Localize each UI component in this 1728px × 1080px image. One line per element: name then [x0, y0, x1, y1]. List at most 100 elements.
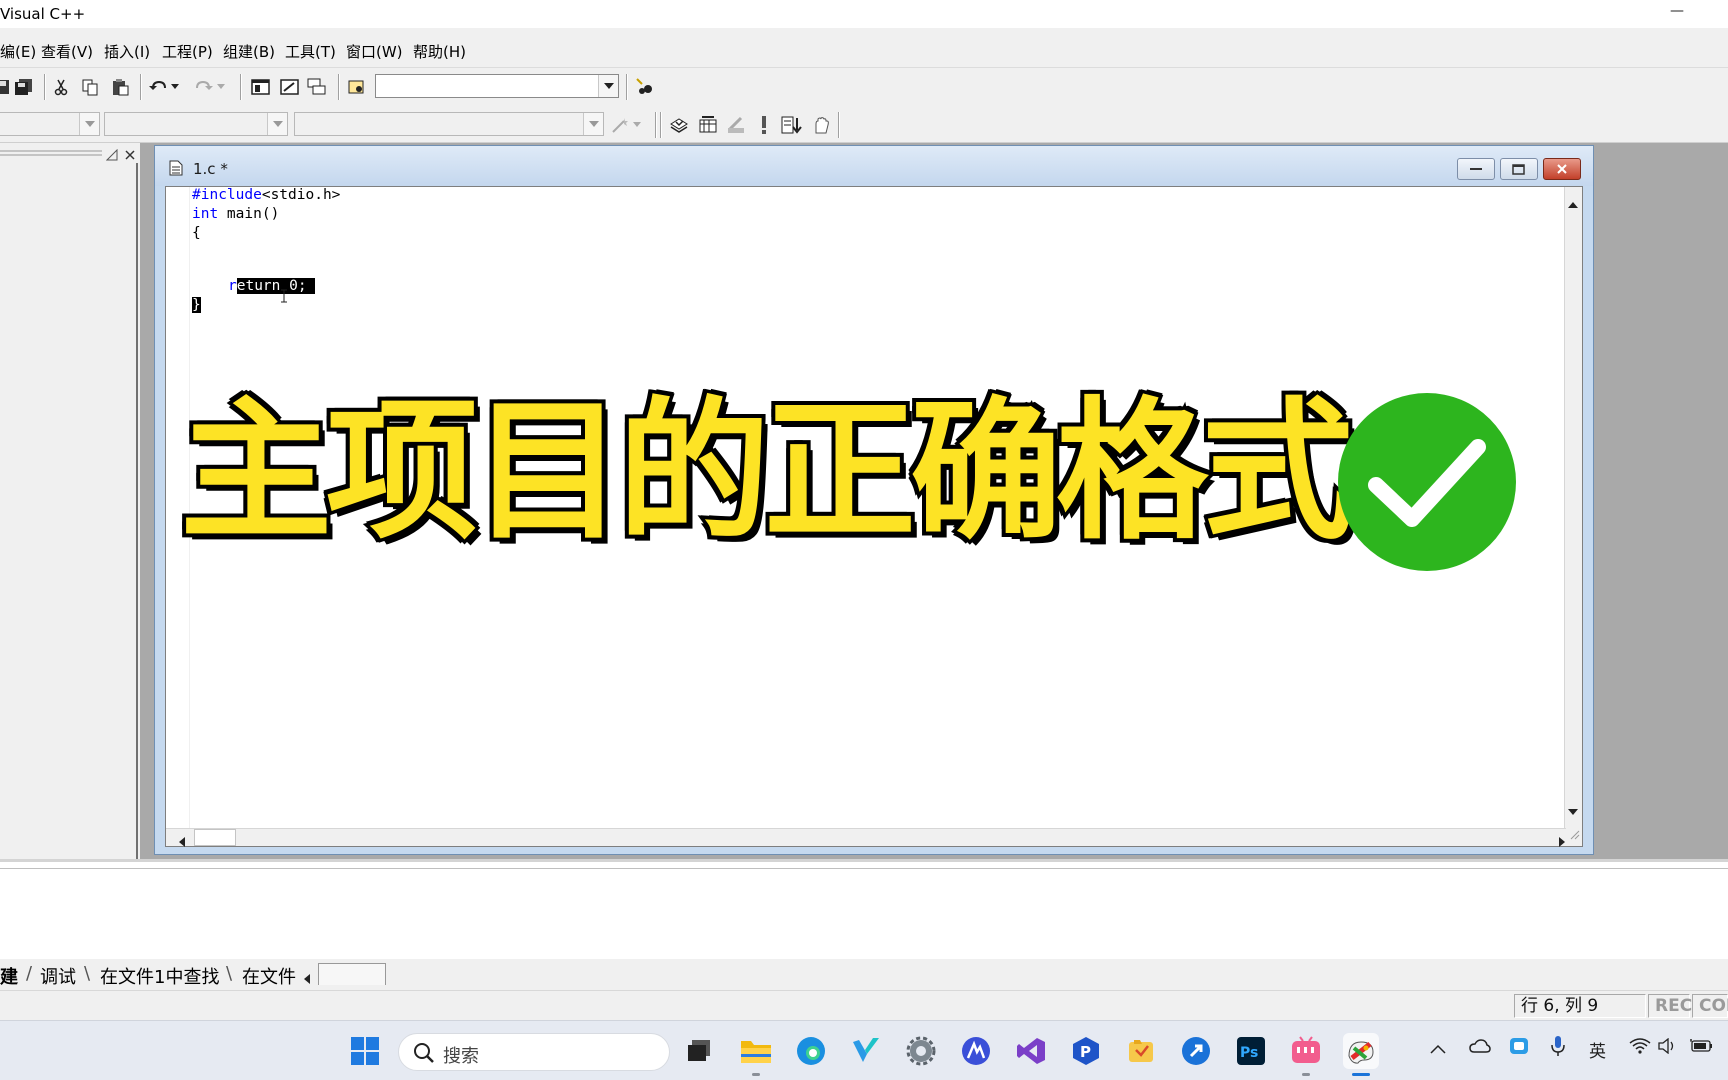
go-debug-icon[interactable] [780, 113, 804, 137]
panel-resize-icon[interactable] [105, 147, 118, 165]
menu-help[interactable]: 帮助(H) [413, 41, 466, 62]
build-icon[interactable] [696, 113, 720, 137]
insert-breakpoint-icon[interactable] [809, 113, 833, 137]
save-all-icon[interactable] [12, 75, 36, 99]
menu-window[interactable]: 窗口(W) [346, 41, 403, 62]
svg-text:P: P [1080, 1043, 1091, 1061]
cursor-position: 行 6, 列 9 [1514, 994, 1646, 1018]
find-in-files-icon[interactable] [345, 75, 369, 99]
doc-close-button[interactable] [1543, 158, 1581, 180]
app-v-icon[interactable] [848, 1033, 884, 1069]
editor-caption[interactable]: 1.c * [155, 146, 1593, 186]
panel-close-icon[interactable] [124, 147, 136, 165]
stop-build-icon[interactable] [724, 113, 748, 137]
find-icon[interactable] [633, 75, 657, 99]
tab-scrollbar[interactable] [318, 963, 386, 985]
app-folder-icon[interactable] [1123, 1033, 1159, 1069]
edge-icon[interactable] [793, 1033, 829, 1069]
members-combo[interactable] [294, 112, 604, 136]
doc-restore-button[interactable] [1500, 158, 1538, 180]
menu-view[interactable]: 查看(V) [41, 41, 93, 62]
toolbar-separator [838, 112, 840, 138]
settings-icon[interactable] [903, 1033, 939, 1069]
battery-icon[interactable] [1689, 1038, 1713, 1059]
chevron-up-icon[interactable] [1430, 1039, 1446, 1059]
menu-edit[interactable]: 编(E) [0, 41, 36, 62]
scroll-down-icon[interactable] [1568, 802, 1578, 820]
size-grip-icon[interactable] [1568, 826, 1580, 844]
execute-icon[interactable] [752, 113, 776, 137]
undo-dropdown-icon[interactable] [168, 75, 182, 99]
filter-combo[interactable] [104, 112, 288, 136]
running-indicator [752, 1073, 760, 1076]
redo-dropdown-icon[interactable] [214, 75, 228, 99]
horizontal-scrollbar[interactable] [166, 828, 1566, 847]
file-explorer-icon[interactable] [738, 1033, 774, 1069]
output-window-icon[interactable] [278, 75, 302, 99]
windows-start-icon[interactable] [347, 1033, 383, 1069]
code-line-3: { [192, 225, 201, 241]
wifi-icon[interactable] [1629, 1038, 1651, 1059]
search-placeholder: 搜索 [443, 1046, 479, 1067]
workspace-icon[interactable] [249, 75, 273, 99]
status-bar: 行 6, 列 9 REC COL [0, 990, 1728, 1020]
app-p-icon[interactable]: P [1068, 1033, 1104, 1069]
taskbar-search[interactable]: 搜索 [398, 1033, 670, 1071]
workspace-tree[interactable] [0, 163, 138, 971]
workspace-class-combo[interactable] [0, 112, 100, 136]
scroll-up-icon[interactable] [1568, 195, 1578, 213]
minimize-button[interactable]: — [1660, 0, 1694, 28]
output-panel[interactable] [0, 859, 1728, 959]
vertical-scrollbar[interactable] [1564, 187, 1582, 846]
app-arrow-icon[interactable] [1178, 1033, 1214, 1069]
redo-icon[interactable] [192, 75, 216, 99]
bilibili-icon[interactable] [1288, 1033, 1324, 1069]
tab-build[interactable]: 建 [0, 963, 18, 989]
volume-icon[interactable] [1658, 1037, 1676, 1059]
scroll-left-icon[interactable] [178, 833, 186, 851]
panel-gripper[interactable] [0, 147, 140, 161]
chevron-down-icon[interactable] [267, 113, 287, 135]
paste-icon[interactable] [108, 75, 132, 99]
title-bar: Visual C++ — [0, 0, 1728, 28]
photoshop-icon[interactable]: Ps [1233, 1033, 1269, 1069]
doc-minimize-button[interactable] [1457, 158, 1495, 180]
copy-icon[interactable] [78, 75, 102, 99]
cut-icon[interactable] [49, 75, 73, 99]
wizard-dropdown-icon[interactable] [630, 113, 644, 137]
wizard-action-icon[interactable] [608, 113, 632, 137]
menu-project[interactable]: 工程(P) [162, 41, 213, 62]
tab-debug[interactable]: 调试 [40, 963, 76, 989]
chevron-down-icon[interactable] [598, 75, 618, 97]
menu-build[interactable]: 组建(B) [223, 41, 275, 62]
tab-scroll-left-icon[interactable] [304, 970, 310, 988]
maximize-button[interactable] [1718, 0, 1728, 28]
menu-tools[interactable]: 工具(T) [285, 41, 336, 62]
input-method-indicator[interactable]: 英 [1589, 1037, 1606, 1062]
search-icon [413, 1042, 435, 1068]
scroll-thumb[interactable] [194, 829, 236, 846]
cloud-icon[interactable] [1469, 1038, 1491, 1058]
app-a-icon[interactable] [958, 1033, 994, 1069]
windows-taskbar: 搜索 P Ps 英 [0, 1020, 1728, 1080]
paint-app-icon[interactable] [1343, 1033, 1379, 1069]
standard-toolbar [0, 69, 1728, 105]
chevron-down-icon[interactable] [79, 113, 99, 135]
menu-insert[interactable]: 插入(I) [104, 41, 150, 62]
keyword-int: int [192, 206, 219, 222]
find-combo[interactable] [375, 74, 619, 98]
overlay-headline: 主项目的正确格式 [177, 380, 1358, 564]
visual-studio-icon[interactable] [1013, 1033, 1049, 1069]
task-view-icon[interactable] [681, 1033, 717, 1069]
scroll-right-icon[interactable] [1558, 833, 1566, 851]
microphone-icon[interactable] [1551, 1035, 1565, 1062]
function-signature: main() [218, 206, 280, 222]
compile-icon[interactable] [667, 113, 691, 137]
tab-find-in-files-1[interactable]: 在文件1中查找 [100, 963, 219, 989]
chevron-down-icon[interactable] [583, 113, 603, 135]
tab-divider: / [26, 963, 33, 984]
window-list-icon[interactable] [305, 75, 329, 99]
tab-find-in-files-2[interactable]: 在文件 [242, 963, 296, 989]
undo-icon[interactable] [146, 75, 170, 99]
app-tray-icon[interactable] [1509, 1036, 1529, 1061]
